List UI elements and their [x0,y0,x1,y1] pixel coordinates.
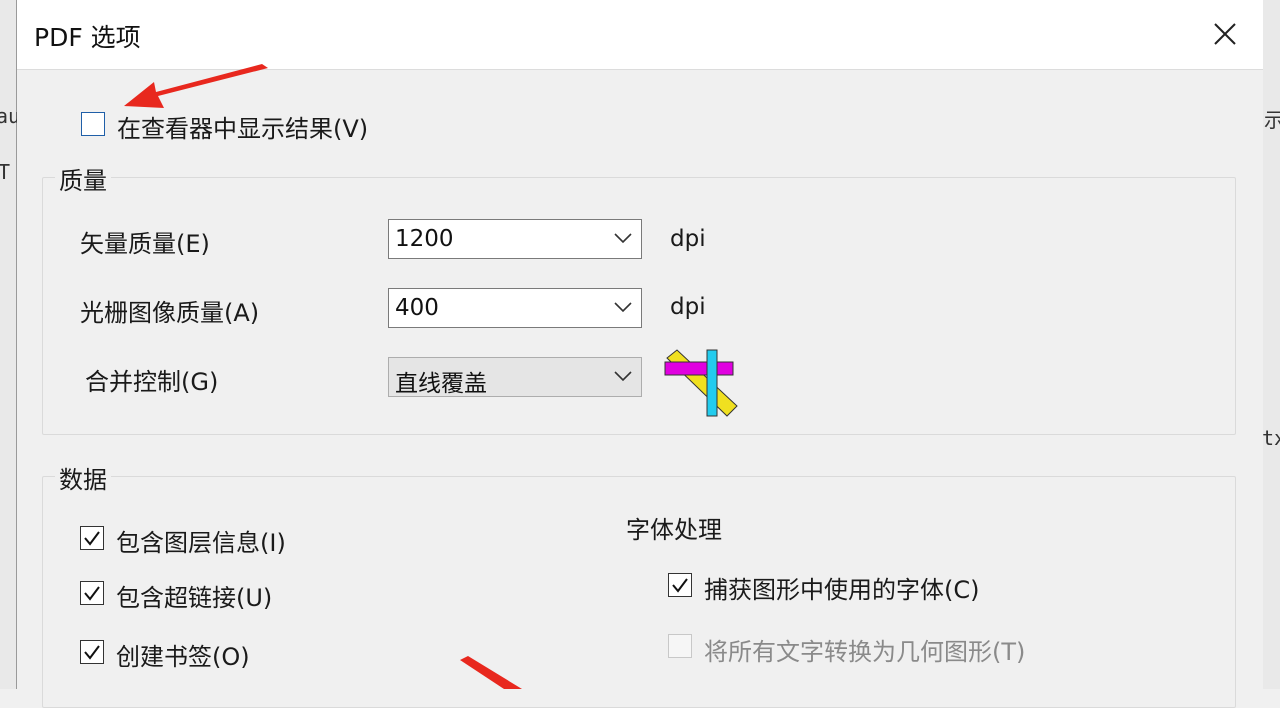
capture-fonts-label[interactable]: 捕获图形中使用的字体(C) [704,570,979,605]
pdf-options-dialog: PDF 选项 在查看器中显示结果(V) 质量 矢量质量(E) 1200 dpi … [17,0,1263,708]
dialog-title: PDF 选项 [34,23,141,52]
merge-control-label: 合并控制(G) [85,368,219,396]
include-layer-info-checkbox[interactable] [80,526,104,550]
background-text: tx [1262,426,1280,450]
create-bookmarks-label[interactable]: 创建书签(O) [116,637,250,672]
data-group-title: 数据 [55,460,111,495]
include-hyperlinks-checkbox[interactable] [80,581,104,605]
show-in-viewer-label[interactable]: 在查看器中显示结果(V) [117,109,368,144]
checkmark-icon [84,645,100,660]
chevron-down-icon [614,371,632,382]
include-layer-info-label[interactable]: 包含图层信息(I) [116,523,286,558]
background-text: T [0,160,11,184]
vector-quality-value: 1200 [395,226,454,252]
convert-text-label[interactable]: 将所有文字转换为几何图形(T) [704,632,1025,667]
capture-fonts-checkbox[interactable] [668,573,692,597]
show-in-viewer-checkbox[interactable] [81,112,105,136]
create-bookmarks-checkbox[interactable] [80,640,104,664]
raster-quality-label: 光栅图像质量(A) [80,299,260,327]
chevron-down-icon [614,302,632,313]
vector-quality-unit: dpi [670,226,706,252]
merge-control-value: 直线覆盖 [395,371,487,397]
background-text: 示 [1264,108,1280,132]
raster-quality-unit: dpi [670,294,706,320]
close-button[interactable] [1205,14,1245,54]
checkmark-icon [672,578,688,593]
vector-quality-label: 矢量质量(E) [80,230,210,258]
raster-quality-select[interactable]: 400 [388,288,642,328]
quality-group-title: 质量 [55,161,111,196]
checkmark-icon [84,531,100,546]
title-bar: PDF 选项 [17,0,1263,70]
chevron-down-icon [614,233,632,244]
close-icon [1214,23,1236,45]
vector-quality-select[interactable]: 1200 [388,219,642,259]
raster-quality-value: 400 [395,295,439,321]
merge-control-preview-icon [664,349,738,417]
checkmark-icon [84,586,100,601]
include-hyperlinks-label[interactable]: 包含超链接(U) [116,578,272,613]
convert-text-checkbox[interactable] [668,634,692,658]
merge-control-select[interactable]: 直线覆盖 [388,357,642,397]
font-handling-title: 字体处理 [626,516,722,544]
